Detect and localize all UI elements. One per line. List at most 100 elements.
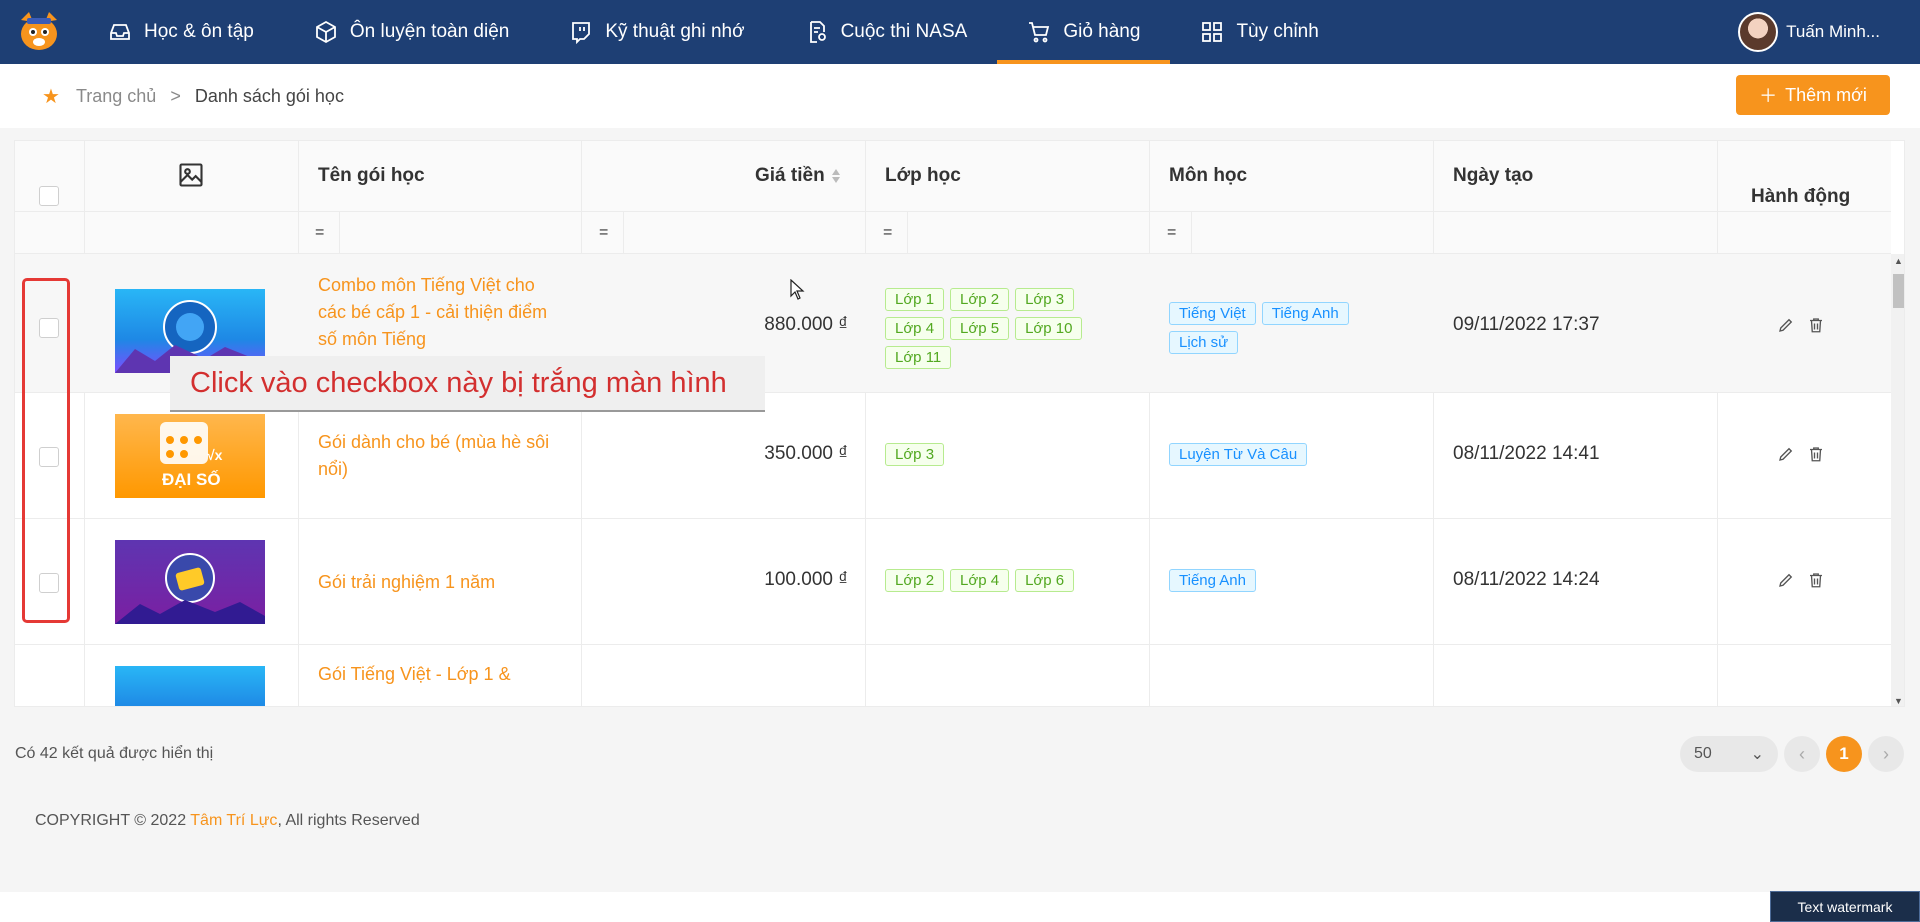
grade-tag: Lớp 11 [885, 346, 952, 369]
delete-icon[interactable] [1807, 571, 1825, 589]
user-menu[interactable]: Tuấn Minh... [1738, 0, 1920, 64]
created-date: 09/11/2022 17:37 [1453, 314, 1600, 335]
subject-tag: Luyện Từ Và Câu [1169, 443, 1308, 466]
add-new-button[interactable]: ＋ Thêm mới [1736, 75, 1890, 115]
breadcrumb-home[interactable]: Trang chủ [76, 86, 156, 107]
package-name[interactable]: Combo môn Tiếng Việt cho các bé cấp 1 - … [318, 272, 558, 353]
nav-hoc-on-tap[interactable]: Học & ôn tập [78, 0, 284, 64]
grade-tag: Lớp 5 [950, 317, 1010, 340]
scroll-up-icon[interactable]: ▲ [1894, 256, 1903, 266]
edit-icon[interactable] [1777, 316, 1795, 334]
package-thumbnail: √x ĐẠI SỐ [115, 414, 265, 498]
nav-label: Tùy chỉnh [1236, 21, 1319, 42]
scrollbar-thumb[interactable] [1893, 274, 1904, 308]
created-date: 08/11/2022 14:41 [1453, 443, 1600, 464]
add-new-label: Thêm mới [1785, 84, 1867, 105]
package-name[interactable]: Gói Tiếng Việt - Lớp 1 & [318, 661, 558, 688]
package-price: 880.000 ₫ [764, 314, 848, 335]
package-name[interactable]: Gói dành cho bé (mùa hè sôi nổi) [318, 429, 558, 483]
filter-operator[interactable]: = [883, 224, 892, 242]
sort-icon[interactable] [831, 167, 841, 185]
delete-icon[interactable] [1807, 445, 1825, 463]
subject-tags: Tiếng Việt Tiếng Anh Lịch sử [1169, 302, 1429, 360]
nav-on-luyen[interactable]: Ôn luyện toàn diện [284, 0, 540, 64]
fox-logo-icon [21, 12, 57, 50]
subject-tag: Tiếng Việt [1169, 302, 1256, 325]
grade-tags: Lớp 2 Lớp 4 Lớp 6 [885, 569, 1125, 598]
file-badge-icon [809, 21, 826, 43]
filter-name-input[interactable] [339, 212, 581, 255]
edit-icon[interactable] [1777, 571, 1795, 589]
nav-cuoc-thi[interactable]: Cuộc thi NASA [775, 0, 998, 64]
header-price[interactable]: Giá tiền [755, 165, 825, 187]
svg-text:√x: √x [207, 447, 223, 463]
breadcrumb-current: Danh sách gói học [194, 85, 344, 106]
grade-tag: Lớp 3 [885, 443, 945, 466]
thumbnail-label: ĐẠI SỐ [162, 470, 221, 489]
user-name: Tuấn Minh... [1786, 22, 1880, 41]
header-name: Tên gói học [318, 165, 425, 186]
filter-operator[interactable]: = [599, 224, 608, 242]
breadcrumb-bar: ★ Trang chủ > Danh sách gói học ＋ Thêm m… [0, 64, 1920, 128]
annotation-highlight-box [22, 278, 70, 623]
page-number[interactable]: 1 [1826, 736, 1862, 772]
row-actions [1777, 445, 1825, 463]
plus-icon: ＋ [1759, 86, 1778, 106]
header-actions: Hành động [1751, 186, 1851, 207]
mouse-cursor-icon [790, 279, 805, 300]
grid-icon [1202, 22, 1223, 42]
inbox-icon [110, 24, 130, 40]
app-logo[interactable] [0, 0, 78, 64]
next-page-button[interactable]: › [1868, 736, 1904, 772]
nav-label: Học & ôn tập [144, 21, 254, 42]
nav-label: Kỹ thuật ghi nhớ [605, 21, 745, 42]
header-created: Ngày tạo [1453, 165, 1534, 186]
copyright-suffix: , All rights Reserved [277, 812, 420, 829]
annotation-callout: Click vào checkbox này bị trắng màn hình [170, 356, 765, 412]
packages-table: Tên gói học Giá tiền Lớp học Môn học Ngà… [14, 140, 1905, 707]
image-icon [179, 163, 203, 187]
subject-tag: Tiếng Anh [1261, 302, 1349, 325]
grade-tags: Lớp 3 [885, 443, 1125, 472]
top-navbar: Học & ôn tập Ôn luyện toàn diện Kỹ thuật… [0, 0, 1920, 64]
table-row[interactable]: Gói Tiếng Việt - Lớp 1 & [15, 645, 1891, 706]
filter-row: = = = = [15, 211, 1891, 255]
chevron-down-icon: ⌄ [1750, 746, 1764, 763]
subject-tags: Tiếng Anh [1169, 569, 1429, 598]
prev-page-button[interactable]: ‹ [1784, 736, 1820, 772]
nav-label: Giỏ hàng [1063, 21, 1141, 42]
nav-tuy-chinh[interactable]: Tùy chỉnh [1170, 0, 1348, 64]
table-scrollbar[interactable]: ▲ ▼ [1891, 254, 1904, 706]
row-actions [1777, 571, 1825, 589]
pagination: 50 ⌄ ‹ 1 › [1680, 736, 1904, 772]
grade-tag: Lớp 2 [885, 569, 945, 592]
grade-tag: Lớp 10 [1015, 317, 1083, 340]
grade-tags: Lớp 1 Lớp 2 Lớp 3 Lớp 4 Lớp 5 Lớp 10 Lớp 11 [885, 288, 1125, 375]
cart-icon [1029, 22, 1050, 43]
subject-tags: Luyện Từ Và Câu [1169, 443, 1429, 472]
copyright-prefix: COPYRIGHT © 2022 [35, 812, 191, 829]
edit-icon[interactable] [1777, 445, 1795, 463]
filter-operator[interactable]: = [1167, 224, 1176, 242]
filter-subject-input[interactable] [1191, 212, 1433, 255]
package-price: 100.000 ₫ [764, 569, 848, 590]
page-size-select[interactable]: 50 ⌄ [1680, 736, 1778, 772]
delete-icon[interactable] [1807, 316, 1825, 334]
package-name[interactable]: Gói trải nghiệm 1 năm [318, 569, 558, 596]
scroll-down-icon[interactable]: ▼ [1894, 696, 1903, 706]
created-date: 08/11/2022 14:24 [1453, 569, 1600, 590]
text-watermark: Text watermark [1770, 891, 1920, 922]
nav-ky-thuat[interactable]: Kỹ thuật ghi nhớ [539, 0, 774, 64]
copyright-brand-link[interactable]: Tâm Trí Lực [190, 812, 277, 829]
select-all-checkbox[interactable] [39, 186, 59, 206]
grade-tag: Lớp 3 [1015, 288, 1075, 311]
grade-tag: Lớp 4 [950, 569, 1010, 592]
filter-price-input[interactable] [623, 212, 865, 255]
filter-grade-input[interactable] [907, 212, 1149, 255]
package-price: 350.000 ₫ [764, 443, 848, 464]
nav-gio-hang[interactable]: Giỏ hàng [997, 0, 1171, 64]
table-row[interactable]: Gói trải nghiệm 1 năm 100.000 ₫ Lớp 2 Lớp… [15, 519, 1891, 645]
nav-label: Cuộc thi NASA [840, 21, 968, 42]
grade-tag: Lớp 4 [885, 317, 945, 340]
filter-operator[interactable]: = [315, 224, 324, 242]
